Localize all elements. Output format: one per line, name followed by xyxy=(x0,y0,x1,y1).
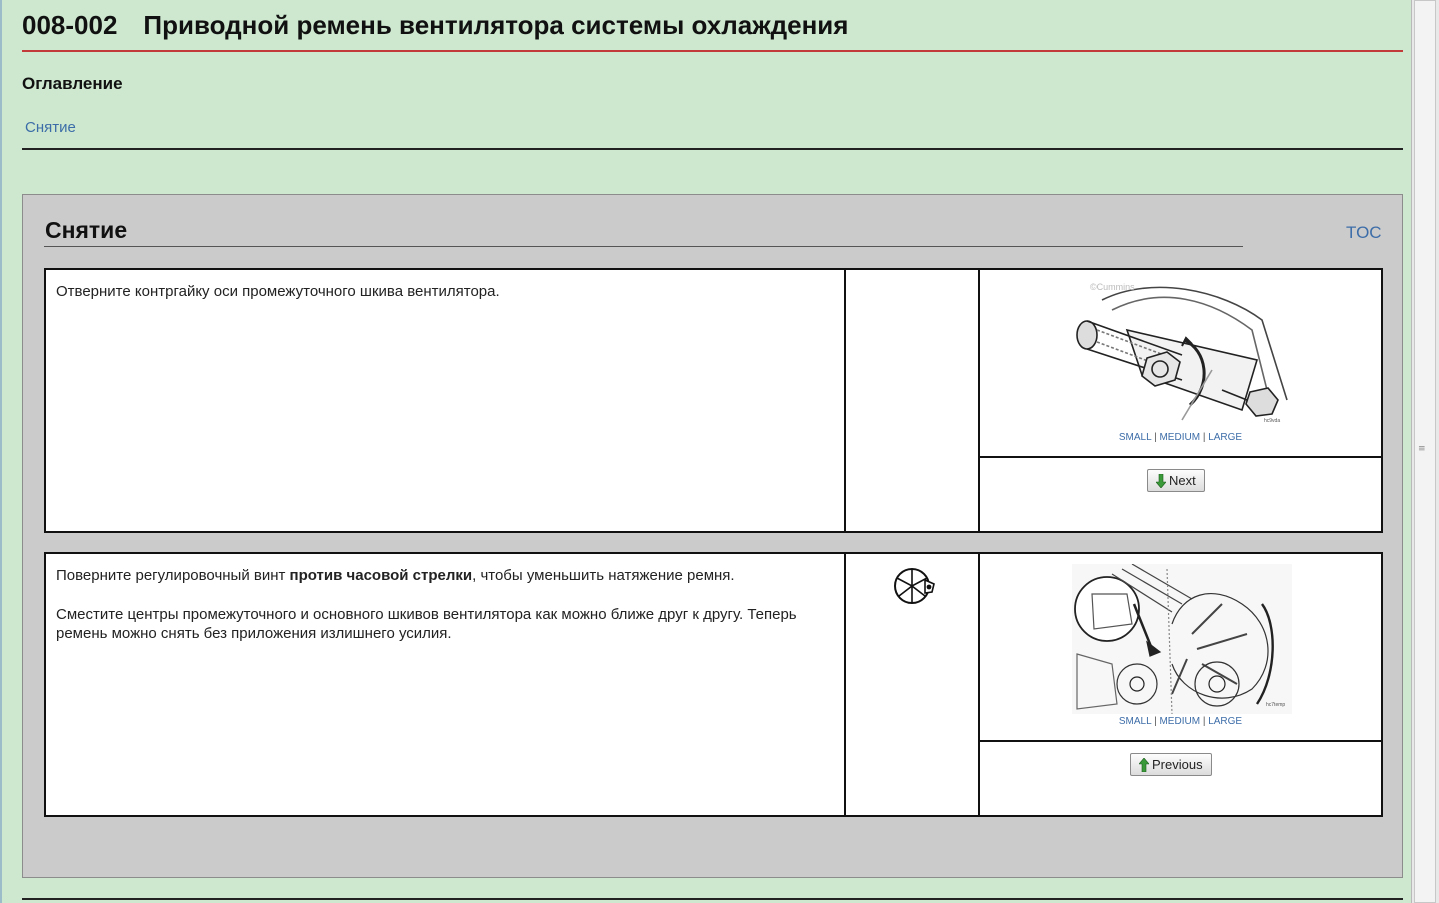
procedure-code: 008-002 xyxy=(22,10,118,40)
procedure-title: Приводной ремень вентилятора системы охл… xyxy=(143,10,849,40)
size-small-link[interactable]: SMALL xyxy=(1119,716,1151,727)
document-page: 008-002 Приводной ремень вентилятора сист… xyxy=(0,0,1413,903)
locknut-illustration[interactable]: ©Cummins hc9vda xyxy=(1072,280,1292,430)
size-medium-link[interactable]: MEDIUM xyxy=(1159,432,1200,443)
tool-required-icon xyxy=(894,568,935,604)
toc-back-link[interactable]: TOC xyxy=(1346,223,1382,243)
toc-link-removal[interactable]: Снятие xyxy=(25,119,76,136)
step-text: Отверните контргайку оси промежуточного … xyxy=(56,283,500,300)
vertical-scrollbar[interactable]: ≡ xyxy=(1411,0,1439,903)
page-title: 008-002 Приводной ремень вентилятора сист… xyxy=(22,10,1403,41)
size-separator: | xyxy=(1154,716,1157,727)
toc-heading: Оглавление xyxy=(22,74,123,93)
image-caption: hc9vda xyxy=(1264,418,1280,424)
step-tool-cell xyxy=(846,270,980,531)
size-large-link[interactable]: LARGE xyxy=(1208,432,1242,443)
procedure-step: Поверните регулировочный винт против час… xyxy=(44,552,1383,817)
navigation-cell: Next xyxy=(980,458,1381,531)
section-title: Снятие xyxy=(45,217,128,243)
arrow-down-icon xyxy=(1156,473,1166,488)
size-separator: | xyxy=(1202,432,1206,443)
size-separator: | xyxy=(1154,432,1157,443)
section-divider xyxy=(44,246,1243,247)
step-media-cell: hc7temp SMALL | MEDIUM | LARGE Previous xyxy=(980,554,1381,815)
image-caption: hc7temp xyxy=(1266,702,1285,708)
title-divider xyxy=(22,50,1403,52)
image-size-links: SMALL | MEDIUM | LARGE xyxy=(980,716,1381,727)
toc-divider xyxy=(22,148,1403,150)
removal-section: Снятие TOC Отверните контргайку оси пром… xyxy=(22,194,1403,878)
step-text-emphasis: против часовой стрелки xyxy=(289,567,473,584)
illustration-cell: ©Cummins hc9vda SMALL | MEDIUM | LARGE xyxy=(980,270,1381,458)
next-button-label: Next xyxy=(1169,473,1196,488)
step-text-secondary: Сместите центры промежуточного и основно… xyxy=(56,606,797,642)
step-instructions: Отверните контргайку оси промежуточного … xyxy=(46,270,846,531)
size-medium-link[interactable]: MEDIUM xyxy=(1159,716,1200,727)
illustration-cell: hc7temp SMALL | MEDIUM | LARGE xyxy=(980,554,1381,742)
bottom-divider xyxy=(22,898,1403,900)
svg-text:©Cummins: ©Cummins xyxy=(1090,282,1135,292)
scrollbar-grip-icon: ≡ xyxy=(1418,444,1426,454)
size-large-link[interactable]: LARGE xyxy=(1208,716,1242,727)
step-media-cell: ©Cummins hc9vda SMALL | MEDIUM | LARGE N… xyxy=(980,270,1381,531)
navigation-cell: Previous xyxy=(980,742,1381,815)
size-small-link[interactable]: SMALL xyxy=(1119,432,1151,443)
fan-pulley-illustration[interactable]: hc7temp xyxy=(1072,564,1292,714)
image-size-links: SMALL | MEDIUM | LARGE xyxy=(980,432,1381,443)
previous-button-label: Previous xyxy=(1152,757,1203,772)
step-text: Поверните регулировочный винт против час… xyxy=(56,566,834,585)
procedure-step: Отверните контргайку оси промежуточного … xyxy=(44,268,1383,533)
step-text-part: , чтобы уменьшить натяжение ремня. xyxy=(472,567,735,584)
arrow-up-icon xyxy=(1139,757,1149,772)
step-tool-cell xyxy=(846,554,980,815)
size-separator: | xyxy=(1202,716,1206,727)
next-button[interactable]: Next xyxy=(1147,469,1205,492)
step-instructions: Поверните регулировочный винт против час… xyxy=(46,554,846,815)
previous-button[interactable]: Previous xyxy=(1130,753,1212,776)
step-text-part: Поверните регулировочный винт xyxy=(56,567,290,584)
